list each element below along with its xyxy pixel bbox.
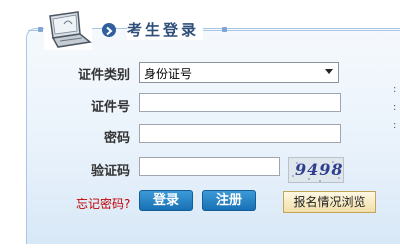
register-button[interactable]: 注册	[202, 190, 256, 211]
password-input[interactable]	[139, 124, 341, 143]
side-text: :	[393, 120, 397, 131]
password-label: 密码	[103, 131, 130, 146]
id-type-selected-value: 身份证号	[144, 67, 193, 81]
side-text: :	[393, 102, 397, 113]
dropdown-arrow-icon	[325, 69, 333, 74]
captcha-text: 9498	[295, 160, 344, 179]
login-title: 考生登录	[127, 19, 204, 40]
captcha-input[interactable]	[139, 157, 280, 176]
id-type-label: 证件类别	[77, 68, 130, 83]
forgot-password-link[interactable]: 忘记密码?	[76, 195, 130, 212]
id-number-input[interactable]	[139, 93, 341, 112]
header-rule-left	[28, 30, 38, 31]
captcha-label: 验证码	[90, 164, 130, 179]
side-text: :	[393, 84, 397, 95]
login-button[interactable]: 登录	[139, 190, 193, 211]
header-dot-right	[222, 27, 227, 32]
header-dot-left	[38, 27, 43, 32]
captcha-image[interactable]: 9498	[288, 157, 344, 183]
section-bullet-icon	[102, 23, 116, 37]
id-number-label: 证件号	[90, 100, 130, 115]
browse-registration-button[interactable]: 报名情况浏览	[283, 191, 376, 213]
laptop-icon	[44, 10, 92, 50]
id-type-select[interactable]: 身份证号	[139, 62, 339, 83]
